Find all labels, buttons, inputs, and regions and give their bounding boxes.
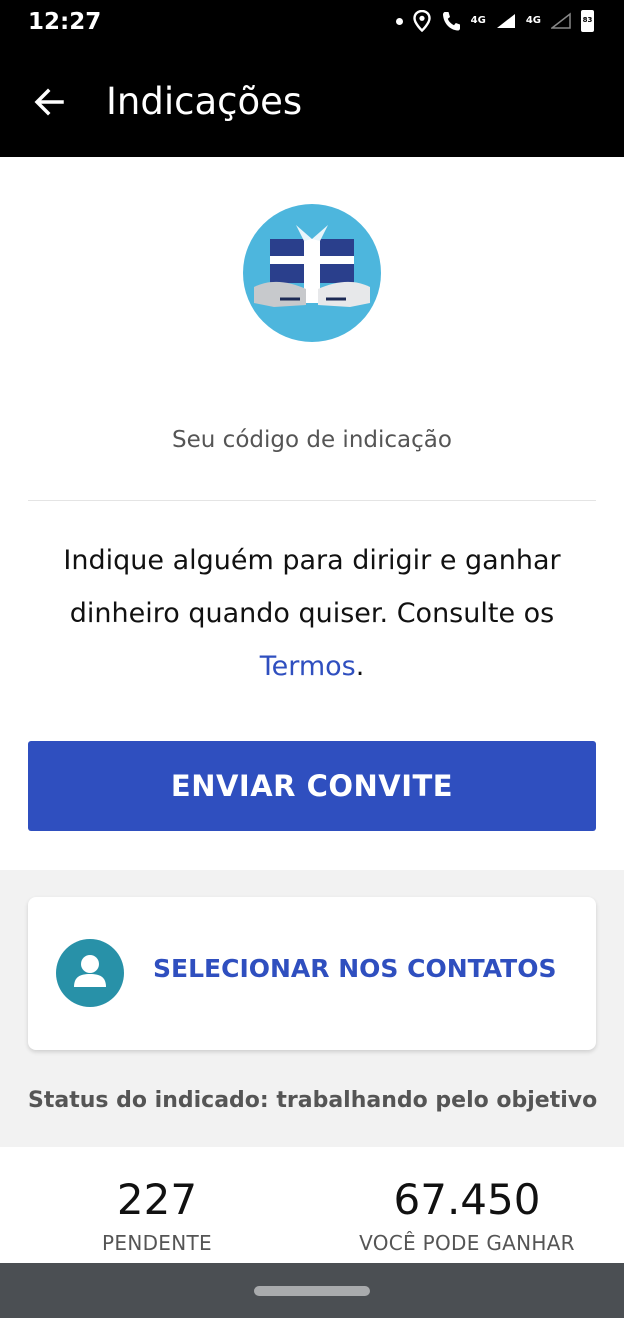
app-bar: Indicações — [0, 50, 624, 157]
home-gesture-pill[interactable] — [254, 1286, 370, 1296]
referral-card: Seu código de indicação Indique alguém p… — [0, 157, 624, 870]
battery-level: 83 — [582, 16, 593, 24]
contact-avatar-icon — [56, 939, 124, 1007]
description-line-1: Indique alguém para dirigir e ganhar — [63, 545, 561, 576]
stat-can-earn-value: 67.450 — [393, 1175, 541, 1224]
back-arrow-icon[interactable] — [30, 82, 70, 122]
terms-link[interactable]: Termos — [260, 651, 356, 682]
notification-dot-icon — [395, 17, 403, 25]
select-contacts-label: SELECIONAR NOS CONTATOS — [153, 954, 557, 983]
referee-status-text: Status do indicado: trabalhando pelo obj… — [28, 1088, 598, 1113]
status-time: 12:27 — [28, 9, 102, 35]
network-type-label: 4G — [470, 15, 486, 26]
signal-icon — [496, 14, 515, 28]
referral-description: Indique alguém para dirigir e ganhar din… — [40, 534, 584, 693]
referral-code-label: Seu código de indicação — [172, 427, 452, 453]
stat-can-earn: 67.450 VOCÊ PODE GANHAR — [327, 1175, 607, 1255]
stat-can-earn-label: VOCÊ PODE GANHAR — [359, 1231, 575, 1255]
battery-icon: 83 — [581, 10, 594, 32]
status-icons: 4G 4G 83 — [395, 10, 594, 32]
gift-icon — [243, 204, 381, 342]
signal-icon-2 — [551, 12, 571, 29]
divider — [28, 500, 596, 501]
phone-icon — [442, 12, 460, 31]
select-contacts-card[interactable]: SELECIONAR NOS CONTATOS — [28, 897, 596, 1050]
page-title: Indicações — [106, 80, 303, 123]
referral-stats: 227 PENDENTE 67.450 VOCÊ PODE GANHAR — [0, 1147, 624, 1263]
stat-pending-value: 227 — [116, 1175, 198, 1224]
description-line-2: dinheiro quando quiser. Consulte os — [69, 598, 555, 629]
send-invite-button[interactable]: ENVIAR CONVITE — [28, 741, 596, 831]
stat-pending: 227 PENDENTE — [17, 1175, 297, 1255]
network-type-label-2: 4G — [525, 15, 541, 26]
system-nav-bar — [0, 1263, 624, 1318]
location-icon — [412, 10, 431, 32]
status-bar: 12:27 4G 4G 83 — [0, 0, 624, 50]
terms-suffix: . — [355, 651, 365, 682]
stat-pending-label: PENDENTE — [102, 1231, 212, 1255]
